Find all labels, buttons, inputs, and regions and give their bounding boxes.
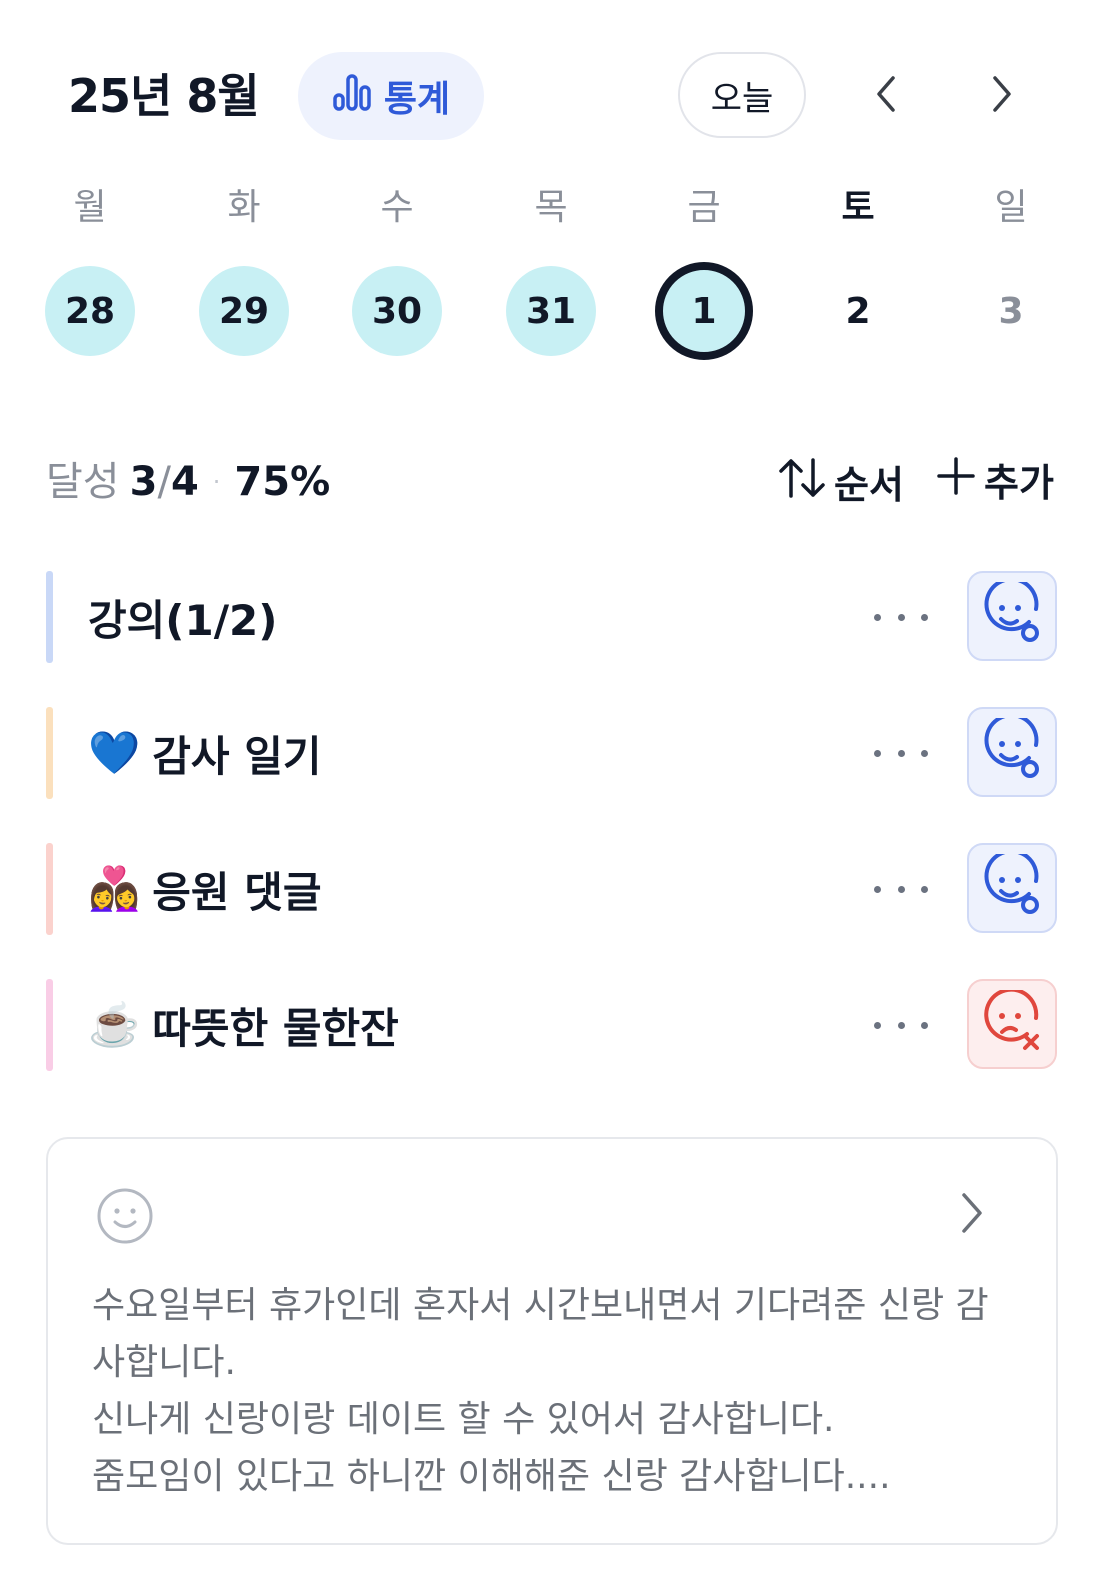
habit-status-failed-button[interactable] <box>967 979 1057 1069</box>
plus-icon <box>936 456 976 509</box>
journal-line: 수요일부터 휴가인데 혼자서 시간보내면서 기다려준 신랑 감 <box>92 1285 989 1326</box>
weekday-label: 목 <box>534 187 568 228</box>
day-cell[interactable]: 2 <box>813 266 903 356</box>
journal-text: 수요일부터 휴가인데 혼자서 시간보내면서 기다려준 신랑 감 사합니다. 신나… <box>92 1277 1022 1505</box>
achievement-summary: 달성 3/4 · 75% <box>46 456 330 508</box>
journal-card[interactable]: 수요일부터 휴가인데 혼자서 시간보내면서 기다려준 신랑 감 사합니다. 신나… <box>46 1137 1058 1545</box>
achievement-percent: 75% <box>234 459 331 505</box>
smiley-icon <box>96 1187 154 1249</box>
habit-status-done-button[interactable] <box>967 707 1057 797</box>
habit-title: 따뜻한 물한잔 <box>152 1003 399 1053</box>
achievement-count: 3/4 <box>129 459 199 505</box>
more-options-button[interactable] <box>874 869 928 909</box>
smile-check-icon <box>980 577 1044 650</box>
day-cell[interactable]: 28 <box>45 266 135 356</box>
weekday-label-today: 토 <box>841 187 875 228</box>
today-button[interactable]: 오늘 <box>678 52 806 138</box>
sort-label: 순서 <box>834 462 904 507</box>
habit-color-bar <box>46 707 53 799</box>
sort-arrows-icon <box>778 456 826 513</box>
day-cell[interactable]: 30 <box>352 266 442 356</box>
smile-check-icon <box>980 713 1044 786</box>
chevron-right-icon[interactable] <box>956 1191 986 1239</box>
sort-button[interactable]: 순서 <box>778 456 904 513</box>
sad-x-icon <box>980 987 1044 1058</box>
add-habit-button[interactable]: 추가 <box>936 456 1054 509</box>
weekday-label: 일 <box>994 187 1028 228</box>
weekday-label: 수 <box>380 187 414 228</box>
stats-label: 통계 <box>383 79 451 120</box>
habit-row[interactable]: ☕️ 따뜻한 물한잔 <box>46 979 1058 1071</box>
habit-row[interactable]: 👩‍❤️‍👩 응원 댓글 <box>46 843 1058 935</box>
chevron-right-icon <box>987 74 1017 118</box>
habit-emoji: 💙 <box>88 728 141 777</box>
achievement-label: 달성 <box>46 459 120 505</box>
habit-title: 강의(1/2) <box>88 595 278 645</box>
day-cell[interactable]: 29 <box>199 266 289 356</box>
habit-title: 감사 일기 <box>152 731 322 781</box>
journal-line: 줌모임이 있다고 하니깐 이해해준 신랑 감사합니다.... <box>92 1456 891 1497</box>
add-label: 추가 <box>984 460 1054 505</box>
stats-button[interactable]: 통계 <box>298 52 484 140</box>
habit-color-bar <box>46 571 53 663</box>
prev-week-button[interactable] <box>856 66 916 126</box>
habit-name: 💙 감사 일기 <box>88 707 321 799</box>
habit-color-bar <box>46 979 53 1071</box>
habit-name: ☕️ 따뜻한 물한잔 <box>88 979 399 1071</box>
weekday-label: 금 <box>687 187 721 228</box>
habit-status-done-button[interactable] <box>967 571 1057 661</box>
day-cell[interactable]: 31 <box>506 266 596 356</box>
chevron-left-icon <box>871 74 901 118</box>
habit-row[interactable]: 💙 감사 일기 <box>46 707 1058 799</box>
day-cell-selected[interactable]: 1 <box>655 262 753 360</box>
next-week-button[interactable] <box>972 66 1032 126</box>
smile-check-icon <box>980 849 1044 922</box>
habit-status-done-button[interactable] <box>967 843 1057 933</box>
habit-name: 👩‍❤️‍👩 응원 댓글 <box>88 843 321 935</box>
separator-dot: · <box>212 468 221 496</box>
more-options-button[interactable] <box>874 733 928 773</box>
habit-emoji: 👩‍❤️‍👩 <box>88 864 141 913</box>
month-title: 25년 8월 <box>68 69 260 123</box>
more-options-button[interactable] <box>874 1005 928 1045</box>
habit-emoji: ☕️ <box>88 1000 141 1049</box>
habit-color-bar <box>46 843 53 935</box>
habit-name: 강의(1/2) <box>88 571 277 663</box>
more-options-button[interactable] <box>874 597 928 637</box>
journal-line: 사합니다. <box>92 1342 236 1383</box>
habit-title: 응원 댓글 <box>152 867 322 917</box>
weekday-label: 화 <box>227 187 261 228</box>
bar-chart-icon <box>332 73 372 120</box>
journal-line: 신나게 신랑이랑 데이트 할 수 있어서 감사합니다. <box>92 1399 835 1440</box>
weekday-label: 월 <box>73 187 107 228</box>
day-cell[interactable]: 3 <box>966 266 1056 356</box>
habit-row[interactable]: 강의(1/2) <box>46 571 1058 663</box>
